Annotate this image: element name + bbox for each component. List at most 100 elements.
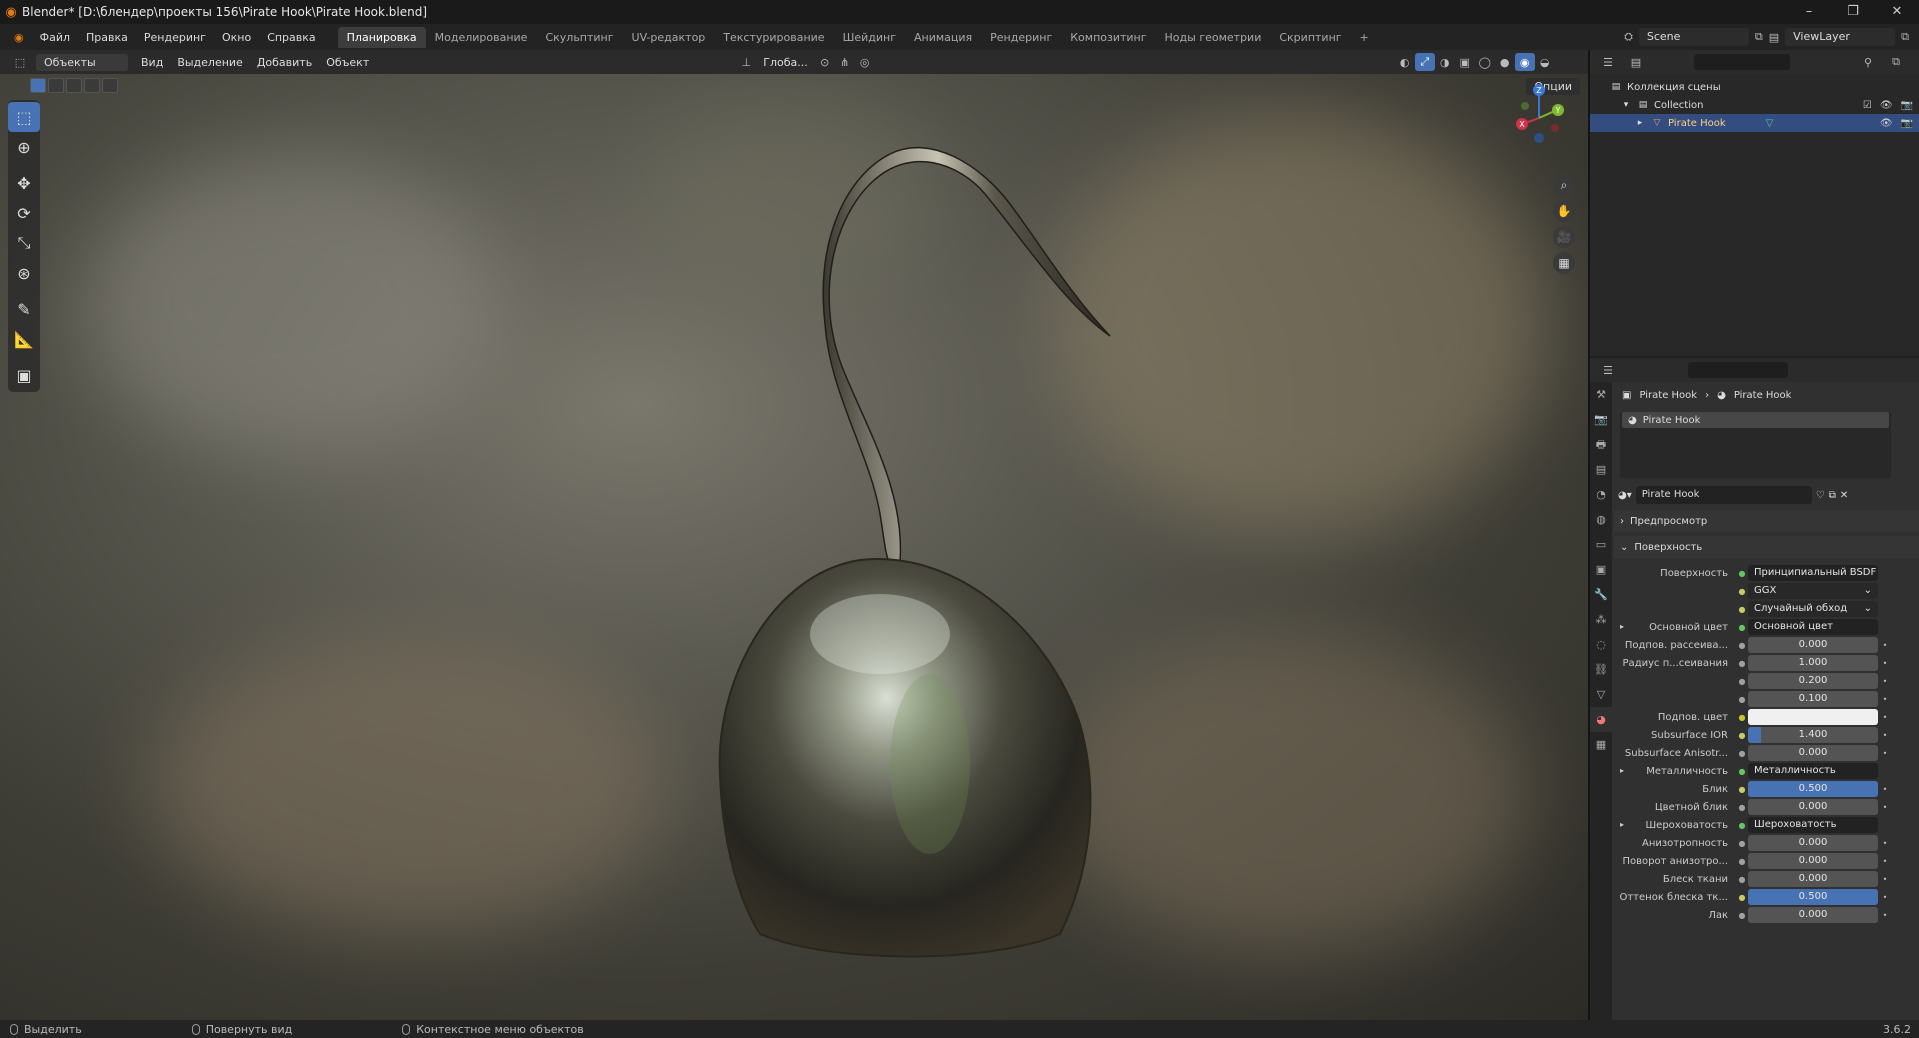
view-layer-field[interactable]: ViewLayer	[1785, 28, 1896, 46]
material-name-field[interactable]: Pirate Hook	[1635, 486, 1812, 504]
property-value-field[interactable]: 0.000	[1748, 745, 1878, 761]
pivot-icon[interactable]: ⊙	[815, 53, 835, 71]
surface-section[interactable]: ⌄ Поверхность	[1614, 536, 1919, 558]
color-swatch[interactable]	[1748, 709, 1878, 725]
overlay-icon[interactable]: ◑	[1435, 53, 1455, 71]
socket-icon[interactable]: ●	[1736, 911, 1748, 920]
socket-icon[interactable]: ●	[1736, 875, 1748, 884]
socket-icon[interactable]: ●	[1736, 749, 1748, 758]
socket-icon[interactable]: ●	[1736, 857, 1748, 866]
collection-camera-icon[interactable]: 📷	[1901, 100, 1913, 111]
object-tab-icon[interactable]: ▣	[1590, 557, 1612, 582]
socket-icon[interactable]: ●	[1736, 821, 1748, 830]
tab-sculpting[interactable]: Скульптинг	[536, 27, 622, 48]
property-dropdown[interactable]: GGX ⌄	[1748, 583, 1878, 599]
keyframe-dot-icon[interactable]: •	[1878, 641, 1892, 650]
close-button[interactable]: ✕	[1875, 0, 1919, 24]
mode-dropdown[interactable]: Объекты	[36, 53, 128, 71]
outliner-row-scene-collection[interactable]: ▤ Коллекция сцены	[1590, 78, 1919, 96]
unlink-material-icon[interactable]: ✕	[1840, 490, 1848, 501]
socket-icon[interactable]: ●	[1736, 839, 1748, 848]
keyframe-dot-icon[interactable]: •	[1878, 785, 1892, 794]
properties-editor-type-icon[interactable]: ☰	[1598, 361, 1618, 379]
menu-window[interactable]: Окно	[214, 31, 259, 44]
pirate-hook-model[interactable]	[0, 74, 1588, 1020]
new-scene-icon[interactable]: ⧉	[1755, 30, 1763, 44]
proportional-edit-icon[interactable]: ◎	[855, 53, 875, 71]
outliner-row-collection[interactable]: ▾ ▤ Collection ☑ 👁 📷	[1590, 96, 1919, 114]
maximize-button[interactable]: ❐	[1831, 0, 1875, 24]
socket-icon[interactable]: ●	[1736, 587, 1748, 596]
snap-icon[interactable]: ⋔	[835, 53, 855, 71]
keyframe-dot-icon[interactable]: •	[1878, 839, 1892, 848]
outliner-search-input[interactable]	[1694, 54, 1790, 70]
properties-search-input[interactable]	[1688, 362, 1788, 378]
browse-material-icon[interactable]: ◕▾	[1618, 490, 1632, 501]
tab-uv-editing[interactable]: UV-редактор	[623, 27, 715, 48]
property-value-field[interactable]: 0.000	[1748, 907, 1878, 923]
world-tab-icon[interactable]: ◍	[1590, 507, 1612, 532]
scene-tab-icon[interactable]: ◔	[1590, 482, 1612, 507]
duplicate-material-icon[interactable]: ⧉	[1829, 490, 1836, 501]
display-mode-icon[interactable]: ▤	[1626, 53, 1646, 71]
new-collection-icon[interactable]: ⧉	[1886, 53, 1906, 71]
property-value-field[interactable]: 0.500	[1748, 889, 1878, 905]
object-eye-icon[interactable]: 👁	[1880, 118, 1893, 129]
material-tab-icon[interactable]: ◕	[1590, 707, 1612, 732]
socket-icon[interactable]: ●	[1736, 713, 1748, 722]
property-value-field[interactable]: 0.000	[1748, 835, 1878, 851]
object-camera-icon[interactable]: 📷	[1901, 118, 1913, 129]
property-dropdown[interactable]: Случайный обход ⌄	[1748, 601, 1878, 617]
outliner-row-pirate-hook[interactable]: ▸ ▽ Pirate Hook ▽ 👁 📷	[1590, 114, 1919, 132]
texture-tab-icon[interactable]: ▦	[1590, 732, 1612, 757]
property-value-field[interactable]: 1.400	[1748, 727, 1878, 743]
expand-input-icon[interactable]: ▸	[1620, 820, 1624, 829]
editor-type-icon[interactable]: ⬚	[10, 53, 30, 71]
filter-icon[interactable]: ⚲	[1858, 53, 1878, 71]
keyframe-dot-icon[interactable]: •	[1878, 695, 1892, 704]
menu-view[interactable]: Вид	[134, 56, 170, 69]
linked-input-field[interactable]: Металличность	[1748, 763, 1878, 779]
linked-input-field[interactable]: Основной цвет	[1748, 619, 1878, 635]
linked-input-field[interactable]: Шероховатость	[1748, 817, 1878, 833]
fake-user-icon[interactable]: ♡	[1816, 490, 1825, 501]
menu-edit[interactable]: Правка	[78, 31, 136, 44]
property-value-field[interactable]: 1.000	[1748, 655, 1878, 671]
socket-icon[interactable]: ●	[1736, 803, 1748, 812]
property-value-field[interactable]: 0.000	[1748, 637, 1878, 653]
outliner-editor-type-icon[interactable]: ☰	[1598, 53, 1618, 71]
xray-icon[interactable]: ▣	[1455, 53, 1475, 71]
tab-rendering[interactable]: Рендеринг	[981, 27, 1061, 48]
keyframe-dot-icon[interactable]: •	[1878, 893, 1892, 902]
rendered-shading-icon[interactable]: ◒	[1535, 53, 1555, 71]
add-workspace-button[interactable]: +	[1351, 27, 1378, 48]
property-value-field[interactable]: 0.500	[1748, 781, 1878, 797]
socket-icon[interactable]: ●	[1736, 605, 1748, 614]
minimize-button[interactable]: –	[1787, 0, 1831, 24]
view-layer-tab-icon[interactable]: ▤	[1590, 457, 1612, 482]
expand-object-icon[interactable]: ▸	[1634, 117, 1646, 129]
tab-shading[interactable]: Шейдинг	[834, 27, 905, 48]
socket-icon[interactable]: ●	[1736, 785, 1748, 794]
keyframe-dot-icon[interactable]: •	[1878, 911, 1892, 920]
keyframe-dot-icon[interactable]: •	[1878, 677, 1892, 686]
expand-input-icon[interactable]: ▸	[1620, 766, 1624, 775]
expand-collection-icon[interactable]: ▾	[1620, 99, 1632, 111]
menu-render[interactable]: Рендеринг	[136, 31, 214, 44]
physics-tab-icon[interactable]: ◌	[1590, 632, 1612, 657]
wireframe-shading-icon[interactable]: ◯	[1475, 53, 1495, 71]
collection-checkbox-icon[interactable]: ☑	[1863, 100, 1872, 111]
property-value-field[interactable]: 0.000	[1748, 853, 1878, 869]
constraints-tab-icon[interactable]: ⛓	[1590, 657, 1612, 682]
menu-select[interactable]: Выделение	[170, 56, 250, 69]
menu-help[interactable]: Справка	[259, 31, 323, 44]
property-value-field[interactable]: 0.000	[1748, 871, 1878, 887]
collection-tab-icon[interactable]: ▭	[1590, 532, 1612, 557]
socket-icon[interactable]: ●	[1736, 569, 1748, 578]
orientation-dropdown[interactable]: Глоба...	[756, 56, 814, 69]
tab-modeling[interactable]: Моделирование	[426, 27, 537, 48]
particles-tab-icon[interactable]: ⁂	[1590, 607, 1612, 632]
render-tab-icon[interactable]: 📷	[1590, 407, 1612, 432]
keyframe-dot-icon[interactable]: •	[1878, 731, 1892, 740]
material-shading-icon[interactable]: ◉	[1514, 53, 1535, 71]
